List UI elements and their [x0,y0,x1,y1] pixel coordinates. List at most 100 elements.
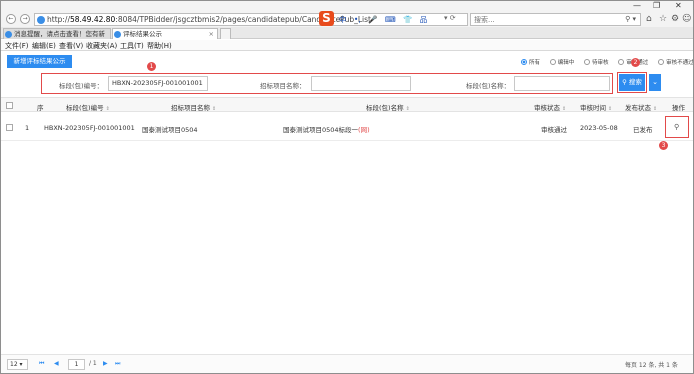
table-row[interactable]: 1 HBXN-202305FJ-001001001 国泰测试项目0504 国泰测… [1,113,693,141]
favorites-star-icon[interactable]: ☆ [659,14,667,24]
tab-messages[interactable]: 消息提醒，请点击查看！您有新 [3,28,111,39]
prev-page-icon[interactable]: ◀ [54,360,59,367]
view-detail-icon[interactable]: ⚲ [674,123,679,131]
settings-gear-icon[interactable]: ⚙ [671,14,679,24]
status-radio-rejected[interactable]: 审核不通过 [658,58,694,66]
close-window-icon[interactable]: ✕ [675,1,682,10]
header-audit-time-label: 审核时间 [580,104,606,112]
sort-icon: ⇕ [212,106,217,112]
name-input[interactable] [514,76,610,91]
header-project[interactable]: 招标项目名称 ⇕ [171,102,216,112]
menu-tools[interactable]: 工具(T) [120,41,144,51]
sogou-ime-icon[interactable]: S [319,11,334,26]
total-pages: / 1 [89,360,97,367]
radio-label: 待审核 [592,60,609,66]
search-icon[interactable]: ⚲ ▾ [625,15,636,23]
radio-label: 所有 [529,60,541,66]
status-radio-all[interactable]: 所有 [521,58,540,66]
ie-tab-icon [5,31,12,38]
menu-help[interactable]: 帮助(H) [147,41,172,51]
row-checkbox[interactable] [6,124,13,131]
page-number-input[interactable]: 1 [68,359,85,370]
close-tab-icon[interactable]: × [209,29,214,39]
add-bid-result-button[interactable]: 新增评标结果公示 [7,55,72,68]
row-audit-time: 2023-05-08 [580,124,618,132]
row-audit-status: 审核通过 [541,126,567,134]
browser-search-box[interactable]: ⚲ ▾ [470,13,641,26]
step-marker-3: 3 [659,141,668,150]
menu-bar: 文件(F) 编辑(E) 查看(V) 收藏夹(A) 工具(T) 帮助(H) [1,40,693,51]
ime-punct-icon[interactable]: •, [354,15,361,24]
tab-label: 消息提醒，请点击查看！您有新 [14,30,105,38]
radio-label: 审核不通过 [666,60,694,66]
tab-bid-results[interactable]: 评标结果公示 × [112,28,218,39]
row-name-text: 国泰测试项目0504标段一 [283,126,359,134]
maximize-icon[interactable]: ❐ [653,1,660,10]
menu-edit[interactable]: 编辑(E) [32,41,56,51]
header-publish-status-label: 发布状态 [625,104,651,112]
sort-icon: ⇕ [405,106,410,112]
name-label: 标段(包)名称： [466,82,511,90]
header-code-label: 标段(包)编号 [66,104,104,112]
last-page-icon[interactable]: ⏭ [115,360,120,368]
ime-tools-icon[interactable]: 品 [420,15,428,24]
back-icon[interactable]: ← [6,14,16,24]
pagination-bar: 12 ▾ ⏮ ◀ 1 / 1 ▶ ⏭ 每页 12 条, 共 1 条 [1,354,693,373]
header-audit-time[interactable]: 审核时间 ⇕ [580,102,612,112]
menu-view[interactable]: 查看(V) [59,41,83,51]
header-project-label: 招标项目名称 [171,104,210,112]
sort-icon: ⇕ [653,106,658,112]
select-all-checkbox[interactable] [6,102,13,109]
smiley-feedback-icon[interactable]: ☺ [682,14,691,24]
address-bar-area: — ❐ ✕ ← → http://58.49.42.80:8084/TPBidd… [1,1,693,27]
url-host: 58.49.42.80 [69,15,116,24]
radio-dot [618,59,625,65]
step-marker-2: 2 [631,58,640,67]
url-dropdown-refresh-icons[interactable]: ▾ ⟳ [444,14,456,22]
ime-skin-icon[interactable]: 👕 [403,15,412,24]
pagination-summary: 每页 12 条, 共 1 条 [625,362,678,369]
header-code[interactable]: 标段(包)编号 ⇕ [66,102,110,112]
ime-voice-icon[interactable]: 🎤 [368,15,377,24]
ime-keyboard-icon[interactable]: ⌨ [385,15,396,24]
more-filters-button[interactable]: ⌄ [649,74,661,91]
status-filter-group: 所有 编辑中 待审核 审核通过 审核不通过 [521,58,694,66]
code-input[interactable]: HBXN-202305FJ-001001001 [108,76,208,91]
project-input[interactable] [311,76,411,91]
forward-icon[interactable]: → [20,14,30,24]
browser-search-input[interactable] [471,14,611,25]
status-radio-pending[interactable]: 待审核 [584,58,609,66]
row-name-suffix: (网) [358,126,370,134]
home-icon[interactable]: ⌂ [646,14,652,24]
radio-dot [658,59,665,65]
radio-label: 编辑中 [557,60,575,66]
tab-label: 评标结果公示 [123,30,162,38]
page-size-select[interactable]: 12 ▾ [7,359,28,370]
radio-dot [549,59,556,65]
ime-toolbar: 中 •, 🎤 ⌨ 👕 品 [339,14,432,25]
search-button-label: 搜索 [628,78,642,86]
step-marker-1: 1 [147,62,156,71]
url-prefix: http:// [47,15,70,24]
first-page-icon[interactable]: ⏮ [39,360,44,368]
row-action-cell: ⚲ [665,116,689,138]
browser-tab-strip: 消息提醒，请点击查看！您有新 评标结果公示 × [1,27,693,39]
header-name[interactable]: 标段(包)名称 ⇕ [366,102,410,112]
header-publish-status[interactable]: 发布状态 ⇕ [625,102,657,112]
row-name: 国泰测试项目0504标段一(网) [283,124,370,134]
ie-tab-icon [114,31,121,38]
ime-chinese-icon[interactable]: 中 [339,15,347,24]
menu-file[interactable]: 文件(F) [5,41,29,51]
status-radio-editing[interactable]: 编辑中 [549,58,575,66]
page-size-value: 12 [10,361,18,368]
new-tab-button[interactable] [220,28,231,39]
minimize-icon[interactable]: — [633,1,641,10]
header-audit-status[interactable]: 审核状态 ⇕ [534,102,566,112]
radio-dot [584,59,591,65]
next-page-icon[interactable]: ▶ [103,360,108,367]
row-index: 1 [25,124,30,132]
header-name-label: 标段(包)名称 [366,104,404,112]
search-button[interactable]: ⚲ 搜索 [617,72,647,93]
row-code: HBXN-202305FJ-001001001 [44,124,135,132]
menu-favorites[interactable]: 收藏夹(A) [86,41,117,51]
